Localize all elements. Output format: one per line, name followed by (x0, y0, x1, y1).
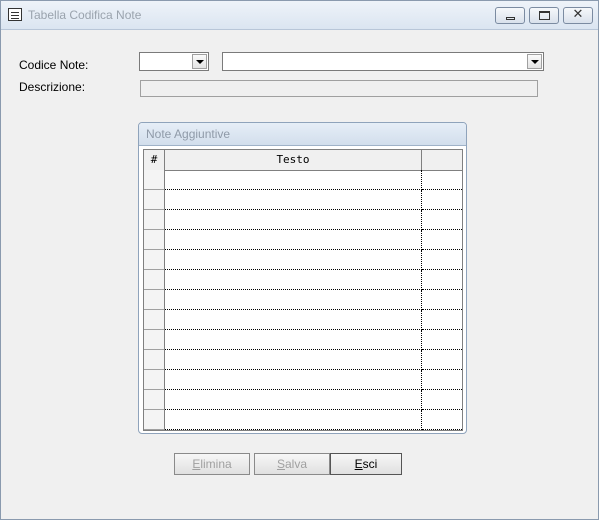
testo-cell[interactable] (165, 370, 422, 390)
row-selector-cell[interactable] (144, 350, 165, 370)
codice-note-label: Codice Note: (19, 58, 89, 72)
testo-cell[interactable] (165, 190, 422, 210)
extra-cell[interactable] (422, 410, 462, 430)
panel-header: Note Aggiuntive (139, 123, 466, 146)
salva-label: alva (285, 457, 308, 471)
row-selector-cell[interactable] (144, 330, 165, 350)
extra-cell[interactable] (422, 370, 462, 390)
testo-cell[interactable] (165, 410, 422, 430)
row-selector-cell[interactable] (144, 210, 165, 230)
extra-cell[interactable] (422, 250, 462, 270)
codice-note-description-combo[interactable] (222, 52, 544, 71)
row-selector-cell[interactable] (144, 410, 165, 430)
extra-cell[interactable] (422, 210, 462, 230)
close-button[interactable]: ✕ (563, 7, 593, 24)
table-row[interactable] (144, 410, 462, 430)
row-selector-cell[interactable] (144, 310, 165, 330)
title-bar[interactable]: Tabella Codifica Note ✕ (1, 1, 598, 30)
extra-cell[interactable] (422, 350, 462, 370)
elimina-button[interactable]: Elimina (174, 453, 250, 475)
maximize-button[interactable] (529, 7, 559, 24)
row-selector-cell[interactable] (144, 190, 165, 210)
extra-cell[interactable] (422, 270, 462, 290)
grid-header: # Testo (144, 150, 462, 171)
table-row[interactable] (144, 350, 462, 370)
testo-cell[interactable] (165, 170, 422, 190)
row-selector-cell[interactable] (144, 230, 165, 250)
extra-cell[interactable] (422, 190, 462, 210)
table-row[interactable] (144, 190, 462, 210)
minimize-icon (506, 17, 515, 20)
row-selector-cell[interactable] (144, 390, 165, 410)
row-selector-cell[interactable] (144, 170, 165, 190)
chevron-down-icon[interactable] (192, 54, 207, 69)
close-icon: ✕ (572, 7, 584, 22)
testo-cell[interactable] (165, 210, 422, 230)
esci-button[interactable]: Esci (330, 453, 402, 475)
extra-cell[interactable] (422, 170, 462, 190)
main-window: Tabella Codifica Note ✕ Codice Note: Des… (0, 0, 599, 520)
column-header-extra[interactable] (422, 150, 462, 170)
testo-cell[interactable] (165, 250, 422, 270)
table-row[interactable] (144, 390, 462, 410)
extra-cell[interactable] (422, 230, 462, 250)
window-title: Tabella Codifica Note (28, 8, 142, 22)
extra-cell[interactable] (422, 390, 462, 410)
descrizione-label: Descrizione: (19, 80, 86, 94)
extra-cell[interactable] (422, 290, 462, 310)
extra-cell[interactable] (422, 330, 462, 350)
table-row[interactable] (144, 310, 462, 330)
form-icon (8, 8, 22, 21)
testo-cell[interactable] (165, 230, 422, 250)
column-header-testo[interactable]: Testo (165, 150, 422, 170)
table-row[interactable] (144, 230, 462, 250)
note-aggiuntive-panel: Note Aggiuntive # Testo (138, 122, 467, 434)
testo-cell[interactable] (165, 310, 422, 330)
testo-cell[interactable] (165, 350, 422, 370)
descrizione-field[interactable] (140, 80, 538, 97)
esci-label: sci (362, 457, 378, 471)
esci-accel: E (354, 457, 363, 471)
extra-cell[interactable] (422, 310, 462, 330)
column-header-number[interactable]: # (144, 150, 165, 170)
table-row[interactable] (144, 270, 462, 290)
maximize-icon (539, 11, 550, 20)
salva-accel: S (276, 457, 285, 471)
elimina-label: limina (200, 457, 232, 471)
table-row[interactable] (144, 250, 462, 270)
codice-note-combo[interactable] (139, 52, 209, 71)
panel-title: Note Aggiuntive (146, 127, 231, 141)
testo-cell[interactable] (165, 330, 422, 350)
chevron-down-icon[interactable] (527, 54, 542, 69)
testo-cell[interactable] (165, 270, 422, 290)
table-row[interactable] (144, 290, 462, 310)
table-row[interactable] (144, 330, 462, 350)
minimize-button[interactable] (495, 7, 525, 24)
row-selector-cell[interactable] (144, 290, 165, 310)
notes-grid[interactable]: # Testo (143, 149, 463, 431)
row-selector-cell[interactable] (144, 270, 165, 290)
testo-cell[interactable] (165, 390, 422, 410)
table-row[interactable] (144, 170, 462, 190)
row-selector-cell[interactable] (144, 250, 165, 270)
salva-button[interactable]: Salva (254, 453, 330, 475)
table-row[interactable] (144, 210, 462, 230)
testo-cell[interactable] (165, 290, 422, 310)
table-row[interactable] (144, 370, 462, 390)
row-selector-cell[interactable] (144, 370, 165, 390)
